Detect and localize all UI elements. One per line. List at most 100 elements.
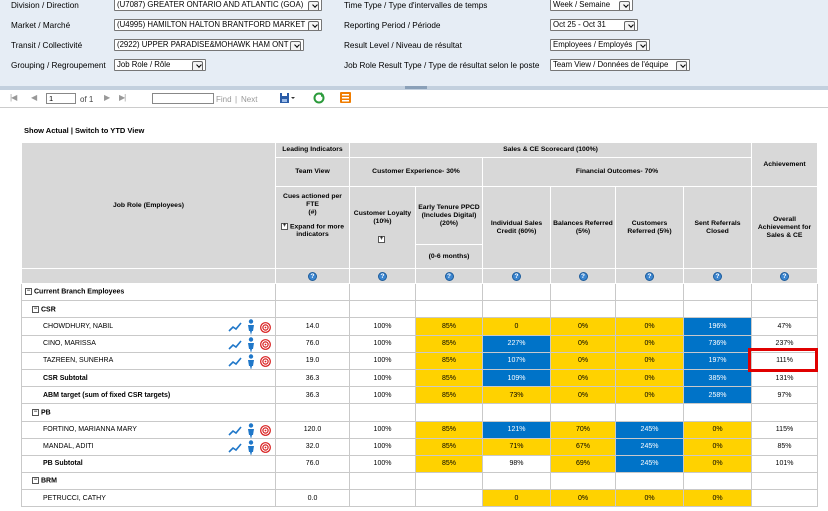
next-page-icon[interactable]: ▶ <box>104 93 110 102</box>
job-role-header: Job Role (Employees) <box>21 142 276 269</box>
customers-referred-header: Customers Referred (5%) <box>615 186 684 269</box>
result-type-label: Job Role Result Type / Type de résultat … <box>344 61 540 70</box>
expand-indicators[interactable]: + Expand for more indicators <box>278 223 347 239</box>
early-tenure-cell <box>415 489 483 508</box>
balances-header: Balances Referred (5%) <box>550 186 616 269</box>
cues-title: Cues actioned per FTE <box>283 193 342 208</box>
collapse-icon[interactable]: − <box>32 305 39 313</box>
expand-icon[interactable]: + <box>280 223 288 230</box>
target-icon[interactable] <box>260 442 271 454</box>
early-tenure-header: Early Tenure PPCD (Includes Digital) (20… <box>415 186 483 245</box>
person-icon[interactable] <box>247 354 255 369</box>
time-type-select[interactable]: Week / Semaine <box>550 0 633 11</box>
sales-credit-cell: 71% <box>482 437 551 456</box>
switch-ytd-link[interactable]: Switch to YTD View <box>75 126 144 135</box>
parameters-panel: Division / Direction (U7087) GREATER ONT… <box>0 0 828 86</box>
target-icon[interactable] <box>260 321 271 334</box>
loyalty-cell: 100% <box>349 334 416 353</box>
help-icon[interactable]: ? <box>512 271 521 281</box>
result-type-select[interactable]: Team View / Données de l'équipe <box>550 59 690 71</box>
help-icon[interactable]: ? <box>308 271 317 281</box>
collapse-icon[interactable]: − <box>32 408 39 416</box>
help-icon[interactable]: ? <box>713 271 722 281</box>
early-tenure-cell: 85% <box>415 334 483 353</box>
individual-sales-header: Individual Sales Credit (60%) <box>482 186 551 269</box>
collapse-grip[interactable] <box>405 86 427 89</box>
person-icon[interactable] <box>247 439 255 455</box>
help-icon[interactable]: ? <box>578 271 588 281</box>
help-icon[interactable]: ? <box>444 271 454 281</box>
employee-name: CHOWDHURY, NABIL <box>43 322 114 330</box>
show-actual-link[interactable]: Show Actual <box>24 126 69 135</box>
page-number-input[interactable]: 1 <box>46 93 76 104</box>
overall-header: Overall Achievement for Sales & CE <box>751 186 818 269</box>
export-icon[interactable] <box>279 92 295 106</box>
cues-cell: 32.0 <box>275 437 350 456</box>
target-icon[interactable] <box>260 425 271 437</box>
subtotal-row: CSR Subtotal 36.3 100% 85% 109% 0% 0% 38… <box>21 368 818 388</box>
help-icon[interactable]: ? <box>378 271 387 281</box>
find-link[interactable]: Find <box>216 95 232 104</box>
trend-chart-icon[interactable] <box>228 322 242 334</box>
trend-chart-icon[interactable] <box>228 425 242 438</box>
first-page-icon[interactable]: |◀ <box>10 93 17 102</box>
cx-header: Customer Experience- 30% <box>349 157 483 187</box>
market-select[interactable]: (U4995) HAMILTON HALTON BRANTFORD MARKET <box>114 19 322 31</box>
division-label: Division / Direction <box>11 1 79 10</box>
period-select[interactable]: Oct 25 - Oct 31 <box>550 19 638 31</box>
last-page-icon[interactable]: ▶| <box>119 93 126 102</box>
table-row: PETRUCCI, CATHY 0.0 0 0% 0% 0% <box>21 489 818 508</box>
sent-referrals-cell: 0% <box>683 454 752 474</box>
loyalty-expand-icon[interactable]: + <box>378 236 385 244</box>
result-level-select[interactable]: Employees / Employés <box>550 39 650 51</box>
division-select[interactable]: (U7087) GREATER ONTARIO AND ATLANTIC (GO… <box>114 0 322 11</box>
report-toolbar: |◀ ◀ 1 of 1 ▶ ▶| Find | Next <box>0 90 828 108</box>
transit-select[interactable]: (2922) UPPER PARADISE&MOHAWK HAM ONT <box>114 39 304 51</box>
table-row: TAZREEN, SUNEHRA 19.0 100% 85% 107% 0% 0… <box>21 351 818 370</box>
overall-cell: 131% <box>751 368 818 388</box>
group-row-csr: − CSR <box>21 300 818 319</box>
trend-chart-icon[interactable] <box>228 443 242 455</box>
help-row-spacer <box>21 268 276 284</box>
prev-page-icon[interactable]: ◀ <box>31 93 37 102</box>
scorecard-header: Sales & CE Scorecard (100%) <box>349 142 752 158</box>
person-icon[interactable] <box>247 336 255 352</box>
help-icon[interactable]: ? <box>780 271 789 281</box>
highlight-box <box>748 348 818 372</box>
target-row: ABM target (sum of fixed CSR targets) 36… <box>21 386 818 405</box>
row-icons <box>225 354 271 369</box>
target-icon[interactable] <box>260 356 271 368</box>
grouping-select[interactable]: Job Role / Rôle <box>114 59 206 71</box>
collapse-icon[interactable]: − <box>32 477 39 485</box>
next-link[interactable]: Next <box>241 95 257 104</box>
person-icon[interactable] <box>247 422 255 438</box>
table-row: MANDAL, ADITI 32.0 100% 85% 71% 67% 245%… <box>21 437 818 456</box>
view-links: Show Actual | Switch to YTD View <box>24 126 144 135</box>
table-row: CINO, MARISSA 76.0 100% 85% 227% 0% 0% 7… <box>21 334 818 353</box>
trend-chart-icon[interactable] <box>228 340 242 352</box>
loyalty-cell: 100% <box>349 420 416 439</box>
trend-chart-icon[interactable] <box>228 357 242 369</box>
find-input[interactable] <box>152 93 214 104</box>
refresh-icon[interactable] <box>313 92 325 106</box>
overall-cell: 47% <box>751 317 818 336</box>
subtotal-row: PB Subtotal 76.0 100% 85% 98% 69% 245% 0… <box>21 454 818 474</box>
help-icon[interactable]: ? <box>645 271 654 281</box>
sent-referrals-cell: 0% <box>683 420 752 439</box>
customers-referred-cell: 245% <box>615 420 684 439</box>
links-separator: | <box>70 126 73 135</box>
customers-referred-cell: 245% <box>615 437 684 456</box>
overall-cell: 115% <box>751 420 818 439</box>
group-row-pb: − PB <box>21 403 818 422</box>
expand-label: Expand for more indicators <box>289 223 344 239</box>
sales-credit-cell: 227% <box>482 334 551 353</box>
sales-credit-cell: 121% <box>482 420 551 439</box>
target-icon[interactable] <box>260 339 271 351</box>
feed-icon[interactable] <box>340 92 351 105</box>
early-tenure-cell: 85% <box>415 386 483 405</box>
person-icon[interactable] <box>247 319 255 335</box>
sales-credit-cell: 107% <box>482 351 551 370</box>
collapse-icon[interactable]: − <box>25 288 32 296</box>
loyalty-cell: 100% <box>349 454 416 474</box>
sales-credit-cell: 73% <box>482 386 551 405</box>
